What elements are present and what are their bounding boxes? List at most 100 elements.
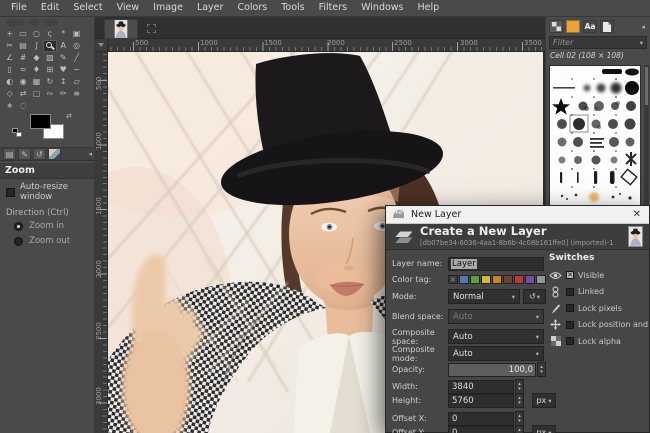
bucket-fill-tool[interactable]: ◆: [31, 53, 43, 64]
image-tab[interactable]: [104, 19, 138, 39]
linked-checkbox[interactable]: [566, 287, 574, 296]
auto-resize-checkbox[interactable]: [6, 187, 15, 197]
color-picker-tool[interactable]: ◎: [71, 41, 83, 52]
document-history-tab[interactable]: [600, 20, 614, 33]
mode-dropdown[interactable]: Normal ▾: [448, 289, 520, 304]
shear-tool[interactable]: ▱: [71, 77, 83, 88]
composite-mode-dropdown[interactable]: Auto ▾: [448, 346, 544, 361]
lock-pixels-checkbox[interactable]: [566, 304, 574, 312]
unit-dropdown[interactable]: px ▾: [532, 393, 556, 408]
brush-filter-input[interactable]: [553, 38, 640, 47]
paintbrush-tool[interactable]: ╱: [71, 53, 83, 64]
composite-space-dropdown[interactable]: Auto ▾: [448, 329, 544, 344]
zoom-in-radio[interactable]: [14, 221, 23, 231]
n-point-deformation-tool[interactable]: ∗: [4, 101, 16, 112]
perspective-tool[interactable]: ◇: [4, 89, 16, 100]
undo-history-tab[interactable]: ↺: [33, 148, 46, 160]
menu-item-layer[interactable]: Layer: [190, 0, 231, 16]
measure-tool[interactable]: ∠: [4, 53, 16, 64]
unit-dropdown[interactable]: px ▾: [532, 425, 556, 433]
mypaint-brush-tool[interactable]: ✏: [57, 89, 69, 100]
menu-item-windows[interactable]: Windows: [354, 0, 410, 16]
airbrush-tool[interactable]: ≈: [17, 65, 29, 76]
menu-item-file[interactable]: File: [4, 0, 34, 16]
lock-alpha-checkbox[interactable]: [566, 337, 574, 345]
menu-item-view[interactable]: View: [110, 0, 147, 16]
layer-name-input[interactable]: Layer: [448, 256, 544, 271]
menu-item-image[interactable]: Image: [146, 0, 190, 16]
flip-tool[interactable]: ⇄: [17, 89, 29, 100]
menu-item-tools[interactable]: Tools: [274, 0, 311, 16]
ellipse-select-tool[interactable]: ○: [31, 29, 43, 40]
offset-y-input[interactable]: 0: [448, 425, 514, 433]
zoom-tool[interactable]: [42, 39, 57, 53]
heal-tool[interactable]: ♥: [57, 65, 69, 76]
brush-grid[interactable]: [549, 65, 641, 206]
fuzzy-select-tool[interactable]: *: [57, 29, 69, 40]
tab-menu-icon[interactable]: ◂: [641, 23, 647, 31]
fonts-tab[interactable]: Aa: [583, 20, 597, 33]
warp-tool[interactable]: ∾: [44, 89, 56, 100]
vertical-ruler[interactable]: 500 1000 1500 2000 2500 3000: [95, 52, 108, 433]
height-input[interactable]: 5760: [448, 393, 514, 408]
rotate-tool[interactable]: ↻: [44, 77, 56, 88]
close-icon[interactable]: ✕: [631, 209, 643, 220]
smudge-tool[interactable]: ~: [71, 65, 83, 76]
horizontal-ruler[interactable]: 500 1000 1500 2000 2500 3000 3500: [108, 39, 545, 52]
ink-tool[interactable]: ♦: [31, 65, 43, 76]
eraser-tool[interactable]: ▯: [4, 65, 16, 76]
canvas-menu-button[interactable]: [95, 39, 108, 52]
color-tag-yellow[interactable]: [481, 274, 491, 285]
opacity-spinner[interactable]: ▴ ▾: [537, 362, 546, 377]
zoom-out-radio[interactable]: [14, 236, 23, 246]
lock-position-and-size-checkbox[interactable]: [566, 320, 574, 329]
color-tag-gray[interactable]: [536, 274, 546, 285]
color-tag-violet[interactable]: [525, 274, 535, 285]
color-tag-red[interactable]: [514, 274, 524, 285]
offset-y-spinner[interactable]: ▴ ▾: [515, 425, 524, 433]
swap-colors-icon[interactable]: ⇄: [66, 112, 72, 120]
foreground-select-tool[interactable]: ▤: [17, 41, 29, 52]
device-status-tab[interactable]: ✎: [18, 148, 31, 160]
mode-switch-button[interactable]: ↺ ▾: [523, 289, 546, 304]
move-tool[interactable]: +: [4, 29, 16, 40]
seamless-clone-tool[interactable]: ◌: [17, 101, 29, 112]
foreground-color-swatch[interactable]: [30, 114, 51, 129]
patterns-tab[interactable]: [566, 20, 580, 33]
menu-item-filters[interactable]: Filters: [312, 0, 354, 16]
cage-transform-tool[interactable]: ▢: [31, 89, 43, 100]
scissors-select-tool[interactable]: ✂: [4, 41, 16, 52]
menu-item-help[interactable]: Help: [411, 0, 447, 16]
color-tag-orange[interactable]: [492, 274, 502, 285]
opacity-slider[interactable]: 100,0: [448, 362, 536, 377]
width-input[interactable]: 3840: [448, 379, 514, 394]
offset-x-spinner[interactable]: ▴ ▾: [515, 411, 524, 426]
dock-menu-icon[interactable]: ◂: [88, 150, 92, 158]
crop-tool[interactable]: #: [17, 53, 29, 64]
paths-tool[interactable]: ∫: [31, 41, 43, 52]
brush-scrollbar[interactable]: [644, 65, 649, 206]
default-colors-icon[interactable]: [12, 128, 22, 138]
height-spinner[interactable]: ▴ ▾: [515, 393, 524, 408]
select-by-color-tool[interactable]: ▣: [71, 29, 83, 40]
free-select-tool[interactable]: ς: [44, 29, 56, 40]
menu-item-select[interactable]: Select: [66, 0, 109, 16]
alignment-tool[interactable]: ≡: [71, 89, 83, 100]
tool-options-tab[interactable]: ▤: [3, 148, 16, 160]
text-tool[interactable]: A: [57, 41, 69, 52]
pencil-tool[interactable]: ✎: [57, 53, 69, 64]
width-spinner[interactable]: ▴ ▾: [515, 379, 524, 394]
rectangle-select-tool[interactable]: ▭: [17, 29, 29, 40]
blur-sharpen-tool[interactable]: ◉: [17, 77, 29, 88]
brushes-tab[interactable]: [549, 20, 563, 33]
color-tag-none[interactable]: ✕: [448, 274, 458, 285]
color-tag-green[interactable]: [470, 274, 480, 285]
offset-x-input[interactable]: 0: [448, 411, 514, 426]
color-tag-brown[interactable]: [503, 274, 513, 285]
menu-item-colors[interactable]: Colors: [230, 0, 274, 16]
visible-checkbox[interactable]: ✕: [566, 271, 574, 279]
dodge-burn-tool[interactable]: ◐: [4, 77, 16, 88]
color-tag-blue[interactable]: [459, 274, 469, 285]
dialog-titlebar[interactable]: New Layer ✕: [386, 206, 649, 224]
clone-tool[interactable]: ⊞: [44, 65, 56, 76]
